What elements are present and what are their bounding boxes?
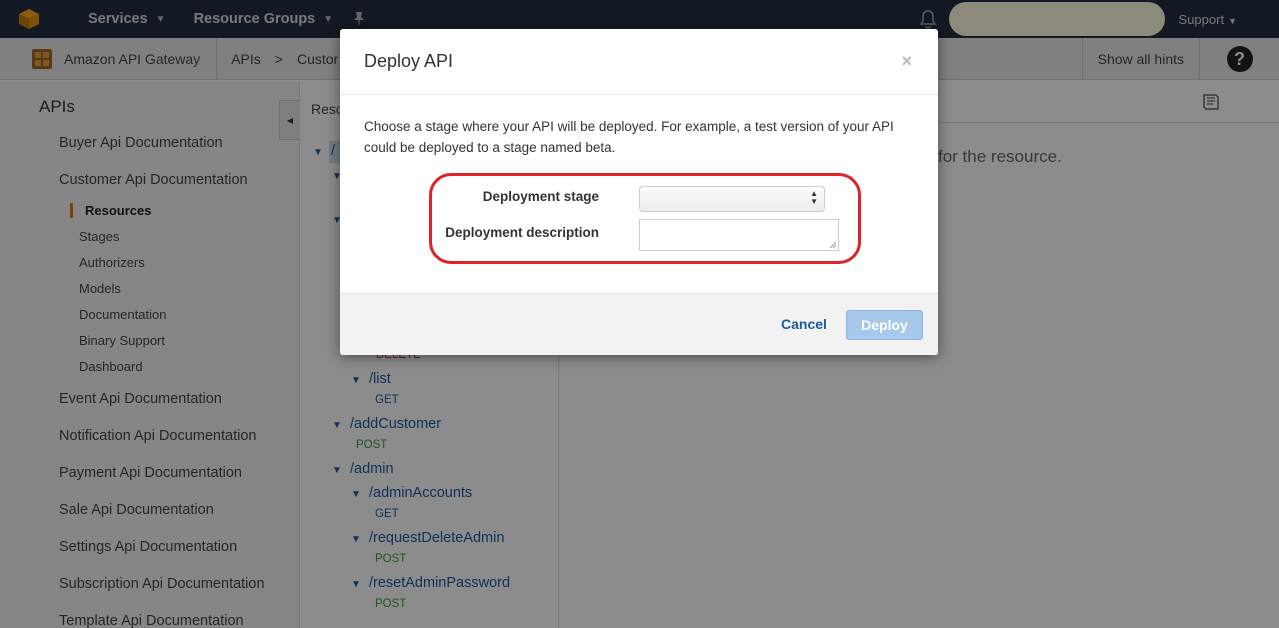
deployment-description-field[interactable] bbox=[639, 219, 839, 251]
close-icon[interactable]: × bbox=[901, 51, 912, 72]
dialog-title: Deploy API bbox=[364, 51, 454, 71]
deploy-api-dialog: Deploy API × Choose a stage where your A… bbox=[340, 29, 938, 355]
dialog-description: Choose a stage where your API will be de… bbox=[364, 119, 894, 155]
dialog-header: Deploy API × bbox=[340, 29, 938, 95]
deploy-button[interactable]: Deploy bbox=[846, 310, 923, 340]
deployment-stage-label: Deployment stage bbox=[482, 189, 599, 204]
resize-grip-icon[interactable] bbox=[829, 241, 837, 249]
deployment-description-label: Deployment description bbox=[445, 225, 599, 240]
deployment-stage-select[interactable]: ▲ ▼ bbox=[639, 186, 825, 212]
cancel-button[interactable]: Cancel bbox=[781, 316, 827, 332]
select-arrows-icon: ▲ ▼ bbox=[810, 189, 818, 206]
dialog-footer: Cancel Deploy bbox=[340, 293, 938, 355]
